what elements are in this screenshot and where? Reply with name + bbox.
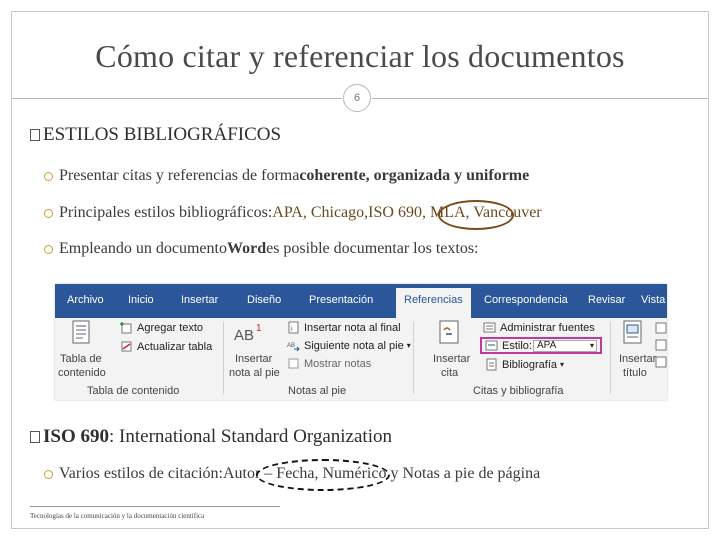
autor-fecha-highlight-oval xyxy=(256,459,390,491)
footnotes-group-label: Notas al pie xyxy=(288,385,347,397)
tab-referencias[interactable]: Referencias xyxy=(396,288,471,318)
tab-diseno[interactable]: Diseño xyxy=(247,294,281,306)
iso-690-text: ISO 690 xyxy=(368,204,422,221)
next-footnote-label: Siguiente nota al pie xyxy=(304,339,404,352)
slide-footer: Tecnologías de la comunicación y la docu… xyxy=(30,512,205,520)
insert-endnote-icon: i xyxy=(288,321,299,334)
caption-small-icons xyxy=(655,322,667,368)
ribbon-tab-bar: Archivo Inicio Insertar Diseño Presentac… xyxy=(55,284,667,318)
bullet-text: Empleando un documento xyxy=(59,240,227,257)
chevron-down-icon: ▾ xyxy=(560,360,565,369)
citations-group-label: Citas y bibliografía xyxy=(473,385,564,397)
bibliography-label: Bibliografía xyxy=(502,358,558,371)
update-table-icon xyxy=(121,341,132,352)
slide-title: Cómo citar y referenciar los documentos xyxy=(95,38,625,74)
word-ribbon-screenshot: Archivo Inicio Insertar Diseño Presentac… xyxy=(55,284,667,400)
title-rule-left xyxy=(12,98,342,99)
bibliography-button[interactable]: Bibliografía ▾ xyxy=(485,358,564,371)
ring-bullet-icon xyxy=(44,244,53,254)
style-dropdown-value: APA xyxy=(537,340,557,351)
caption-label-line2[interactable]: título xyxy=(623,367,647,379)
next-footnote-icon: AB xyxy=(287,343,300,352)
ring-bullet-icon xyxy=(44,469,53,479)
style-dropdown[interactable]: APA ▾ xyxy=(533,340,597,352)
insert-caption-icon xyxy=(623,320,642,344)
tab-revisar[interactable]: Revisar xyxy=(588,294,625,306)
svg-text:AB: AB xyxy=(234,327,254,344)
bullet-text-rest: es posible documentar los textos: xyxy=(266,240,479,257)
manage-sources-icon xyxy=(483,322,496,333)
ring-bullet-icon xyxy=(44,208,53,218)
show-notes-icon xyxy=(288,358,299,369)
manage-sources-label: Administrar fuentes xyxy=(500,321,595,334)
bibliography-icon xyxy=(486,358,497,371)
bullet-text: Presentar citas y referencias de forma xyxy=(59,167,300,184)
tab-archivo[interactable]: Archivo xyxy=(67,294,104,306)
slide-number: 6 xyxy=(343,84,371,112)
tab-presentacion[interactable]: Presentación xyxy=(309,294,373,306)
footnote-label-line2[interactable]: nota al pie xyxy=(229,367,280,379)
tab-inicio[interactable]: Inicio xyxy=(128,294,154,306)
iso-heading-bold: ISO 690 xyxy=(43,426,109,447)
insert-endnote-button[interactable]: i Insertar nota al final xyxy=(287,321,401,334)
update-table-button[interactable]: Actualizar tabla xyxy=(120,340,212,353)
section-heading-iso: ISO 690: International Standard Organiza… xyxy=(30,426,392,448)
chevron-down-icon: ▾ xyxy=(589,341,594,350)
section-heading-estilos: ESTILOS BIBLIOGRÁFICOS xyxy=(30,124,281,146)
group-separator xyxy=(413,322,414,394)
bullet-bold-text: coherente, organizada y uniforme xyxy=(299,167,530,184)
svg-text:AB: AB xyxy=(287,343,295,349)
caption-label-line1[interactable]: Insertar xyxy=(619,353,656,365)
ribbon-body: Tabla de contenido Agregar texto Actuali… xyxy=(55,318,667,400)
update-table-label: Actualizar tabla xyxy=(137,340,213,353)
bullet-text: Principales estilos bibliográficos: xyxy=(59,204,273,221)
tab-correspondencia[interactable]: Correspondencia xyxy=(484,294,568,306)
iso-highlight-oval xyxy=(438,200,514,230)
citation-label-line1[interactable]: Insertar xyxy=(433,353,470,365)
add-text-button[interactable]: Agregar texto xyxy=(120,321,203,334)
group-separator xyxy=(223,322,224,394)
section-heading-text: ESTILOS BIBLIOGRÁFICOS xyxy=(43,124,282,145)
styles-list-text: APA, Chicago, xyxy=(272,204,369,221)
group-separator xyxy=(610,322,611,394)
toc-label-line2[interactable]: contenido xyxy=(58,367,106,379)
toc-group-label: Tabla de contenido xyxy=(87,385,180,397)
citation-label-line2[interactable]: cita xyxy=(441,367,458,379)
ring-bullet-icon xyxy=(44,171,53,181)
add-text-icon xyxy=(120,322,132,334)
show-notes-label: Mostrar notas xyxy=(304,357,372,370)
svg-text:1: 1 xyxy=(256,323,262,334)
bullet-coherente: Presentar citas y referencias de forma c… xyxy=(44,167,529,185)
tab-insertar[interactable]: Insertar xyxy=(181,294,218,306)
square-bullet-icon xyxy=(30,129,40,141)
add-text-label: Agregar texto xyxy=(137,321,204,334)
show-notes-button[interactable]: Mostrar notas xyxy=(287,357,371,370)
footnote-label-line1[interactable]: Insertar xyxy=(235,353,272,365)
toc-label-line1[interactable]: Tabla de xyxy=(60,353,102,365)
insert-endnote-label: Insertar nota al final xyxy=(304,321,401,334)
table-of-contents-icon xyxy=(72,320,90,344)
insert-footnote-icon: AB 1 xyxy=(234,323,262,344)
chevron-down-icon: ▾ xyxy=(406,341,411,350)
bullet-word: Empleando un documento Word es posible d… xyxy=(44,240,479,258)
iso-heading-rest: : International Standard Organization xyxy=(109,426,392,447)
title-rule-right xyxy=(372,98,708,99)
square-bullet-icon xyxy=(30,431,40,443)
tab-vista[interactable]: Vista xyxy=(641,294,665,306)
word-bold-text: Word xyxy=(226,240,267,257)
next-footnote-button[interactable]: AB Siguiente nota al pie ▾ xyxy=(287,339,411,352)
footer-rule xyxy=(30,506,280,507)
manage-sources-button[interactable]: Administrar fuentes xyxy=(483,321,595,334)
insert-citation-icon xyxy=(439,320,459,344)
bullet-text: Varios estilos de citación: xyxy=(59,465,223,482)
